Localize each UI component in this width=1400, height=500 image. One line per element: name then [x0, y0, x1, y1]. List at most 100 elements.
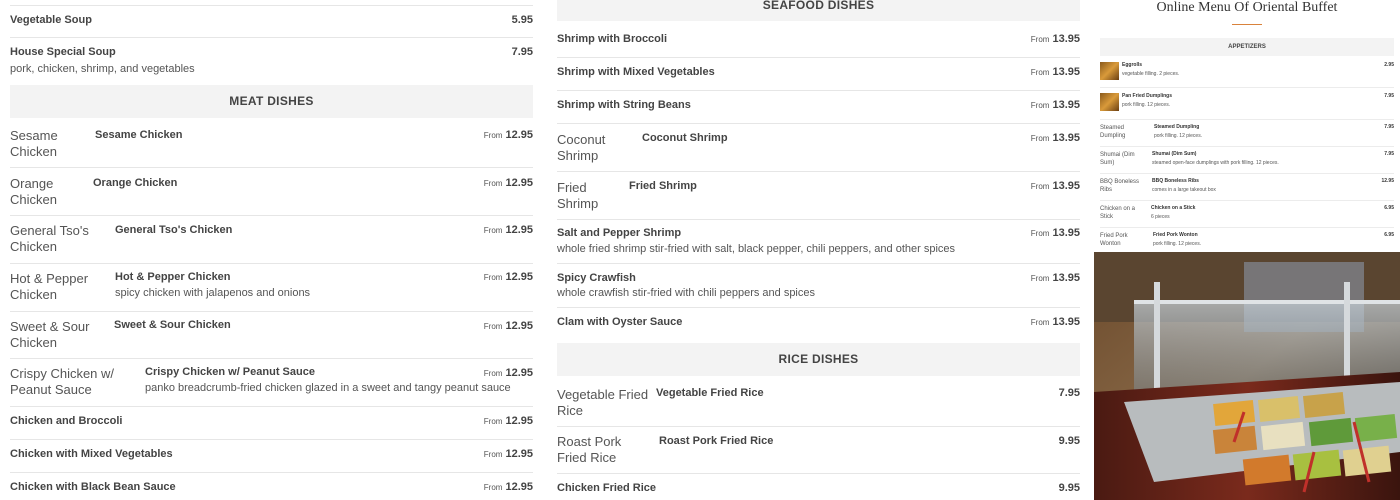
item-price: 6.95: [1384, 205, 1394, 211]
price-prefix: From: [483, 179, 503, 188]
menu-item[interactable]: Coconut Shrimp Coconut Shrimp From 13.95: [557, 124, 1080, 172]
price-prefix: From: [1030, 35, 1050, 44]
item-name: Clam with Oyster Sauce: [557, 316, 683, 328]
item-description: pork filling. 12 pieces.: [1122, 102, 1171, 108]
list-item[interactable]: Shumai (Dim Sum) Shumai (Dim Sum) steame…: [1100, 147, 1394, 174]
price-prefix: From: [483, 417, 503, 426]
menu-item[interactable]: Clam with Oyster Sauce From 13.95: [557, 308, 1080, 342]
menu-item[interactable]: Fried Shrimp Fried Shrimp From 13.95: [557, 172, 1080, 220]
item-name: Steamed Dumpling: [1154, 124, 1200, 130]
item-image: Roast Pork Fried Rice: [557, 434, 622, 465]
item-name: Orange Chicken: [93, 177, 178, 189]
item-image: Shumai (Dim Sum): [1100, 152, 1135, 166]
item-description: pork filling. 12 pieces.: [1153, 241, 1202, 247]
item-description: pork, chicken, shrimp, and vegetables: [10, 63, 195, 75]
item-name: Sesame Chicken: [95, 129, 183, 141]
dumplings-thumbnail: [1100, 93, 1119, 111]
section-heading-rice: RICE DISHES: [557, 343, 1080, 376]
menu-item[interactable]: Crispy Chicken w/ Peanut Sauce Crispy Ch…: [10, 359, 533, 407]
item-price: 13.95: [1052, 180, 1080, 192]
item-price: 12.95: [505, 271, 533, 283]
menu-item[interactable]: Chicken Fried Rice 9.95: [557, 474, 1080, 500]
item-image: Fried Shrimp: [557, 180, 599, 211]
item-name: BBQ Boneless Ribs: [1152, 178, 1199, 184]
item-price: 7.95: [1384, 151, 1394, 157]
item-price: 13.95: [1052, 227, 1080, 239]
price-prefix: From: [1030, 68, 1050, 77]
menu-item[interactable]: Vegetable Fried Rice Vegetable Fried Ric…: [557, 379, 1080, 427]
list-item[interactable]: Eggrolls vegetable filling. 2 pieces. 2.…: [1100, 58, 1394, 88]
menu-item[interactable]: Chicken with Mixed Vegetables From 12.95: [10, 440, 533, 473]
item-price: 13.95: [1052, 272, 1080, 284]
item-image: Fried Pork Wonton: [1100, 233, 1128, 247]
menu-item[interactable]: General Tso's Chicken General Tso's Chic…: [10, 216, 533, 264]
price-prefix: From: [1030, 274, 1050, 283]
item-image: Chicken on a Stick: [1100, 206, 1136, 220]
item-description: pork filling. 12 pieces.: [1154, 133, 1203, 139]
menu-item[interactable]: Shrimp with Mixed Vegetables From 13.95: [557, 58, 1080, 91]
item-name: Shumai (Dim Sum): [1152, 151, 1197, 157]
price-prefix: From: [483, 273, 503, 282]
menu-item[interactable]: Hot & Pepper Chicken Hot & Pepper Chicke…: [10, 264, 533, 312]
menu-item[interactable]: Roast Pork Fried Rice Roast Pork Fried R…: [557, 427, 1080, 474]
list-item[interactable]: BBQ Boneless Ribs BBQ Boneless Ribs come…: [1100, 174, 1394, 201]
item-image: Orange Chicken: [10, 176, 57, 207]
price-prefix: From: [483, 369, 503, 378]
menu-item[interactable]: Spicy Crawfish whole crawfish stir-fried…: [557, 264, 1080, 308]
item-name: Fried Shrimp: [629, 180, 697, 192]
menu-item[interactable]: Shrimp with String Beans From 13.95: [557, 91, 1080, 124]
item-name: Crispy Chicken w/ Peanut Sauce: [145, 366, 315, 378]
item-name: Hot & Pepper Chicken: [115, 271, 231, 283]
item-price: 12.95: [505, 448, 533, 460]
price-prefix: From: [483, 450, 503, 459]
item-name: House Special Soup: [10, 46, 116, 58]
price-prefix: From: [1030, 182, 1050, 191]
item-image: Sweet & Sour Chicken: [10, 319, 90, 350]
item-name: Pan Fried Dumplings: [1122, 93, 1173, 99]
item-description: comes in a large takeout box: [1152, 187, 1216, 193]
item-name: Fried Pork Wonton: [1153, 232, 1198, 238]
menu-item[interactable]: Salt and Pepper Shrimp whole fried shrim…: [557, 220, 1080, 264]
menu-item[interactable]: Vegetable Soup 5.95: [10, 5, 533, 38]
section-heading-seafood: SEAFOOD DISHES: [557, 0, 1080, 21]
list-item[interactable]: Steamed Dumpling Steamed Dumpling pork f…: [1100, 120, 1394, 147]
menu-column-left: Vegetable Soup 5.95 House Special Soup p…: [10, 0, 533, 500]
item-name: General Tso's Chicken: [115, 224, 233, 236]
item-price: 6.95: [1384, 232, 1394, 238]
menu-column-middle: SEAFOOD DISHES Shrimp with Broccoli From…: [557, 0, 1080, 500]
menu-item[interactable]: Orange Chicken Orange Chicken From 12.95: [10, 168, 533, 216]
item-name: Chicken and Broccoli: [10, 415, 123, 427]
item-price: 7.95: [511, 46, 533, 58]
item-name: Vegetable Fried Rice: [656, 387, 764, 399]
list-item[interactable]: Fried Pork Wonton Fried Pork Wonton pork…: [1100, 228, 1394, 252]
item-image: Hot & Pepper Chicken: [10, 271, 89, 302]
title-divider: [1232, 24, 1262, 25]
item-name: Salt and Pepper Shrimp: [557, 227, 682, 239]
menu-item[interactable]: Shrimp with Broccoli From 13.95: [557, 24, 1080, 58]
item-price: 2.95: [1384, 62, 1394, 68]
item-price: 12.95: [505, 129, 533, 141]
item-price: 7.95: [1384, 93, 1394, 99]
section-heading-appetizers: APPETIZERS: [1100, 38, 1394, 56]
item-price: 13.95: [1052, 316, 1080, 328]
menu-item[interactable]: Chicken with Black Bean Sauce From 12.95: [10, 473, 533, 500]
item-price: 12.95: [505, 224, 533, 236]
item-price: 12.95: [505, 481, 533, 493]
list-item[interactable]: Chicken on a Stick Chicken on a Stick 6 …: [1100, 201, 1394, 228]
item-image: Vegetable Fried Rice: [557, 387, 649, 418]
list-item[interactable]: Pan Fried Dumplings pork filling. 12 pie…: [1100, 88, 1394, 120]
item-name: Chicken on a Stick: [1151, 205, 1196, 211]
menu-item[interactable]: Sweet & Sour Chicken Sweet & Sour Chicke…: [10, 312, 533, 359]
menu-item[interactable]: Chicken and Broccoli From 12.95: [10, 407, 533, 440]
item-price: 12.95: [505, 367, 533, 379]
price-prefix: From: [483, 226, 503, 235]
item-image: Sesame Chicken: [10, 128, 58, 159]
menu-item[interactable]: House Special Soup pork, chicken, shrimp…: [10, 38, 533, 84]
preview-panel: Online Menu Of Oriental Buffet APPETIZER…: [1094, 0, 1400, 500]
item-image: BBQ Boneless Ribs: [1100, 179, 1140, 193]
item-name: Chicken with Mixed Vegetables: [10, 448, 173, 460]
item-description: steamed open-face dumplings with pork fi…: [1152, 160, 1279, 166]
menu-item[interactable]: Sesame Chicken Sesame Chicken From 12.95: [10, 120, 533, 168]
item-price: 13.95: [1052, 66, 1080, 78]
item-image: General Tso's Chicken: [10, 223, 89, 254]
